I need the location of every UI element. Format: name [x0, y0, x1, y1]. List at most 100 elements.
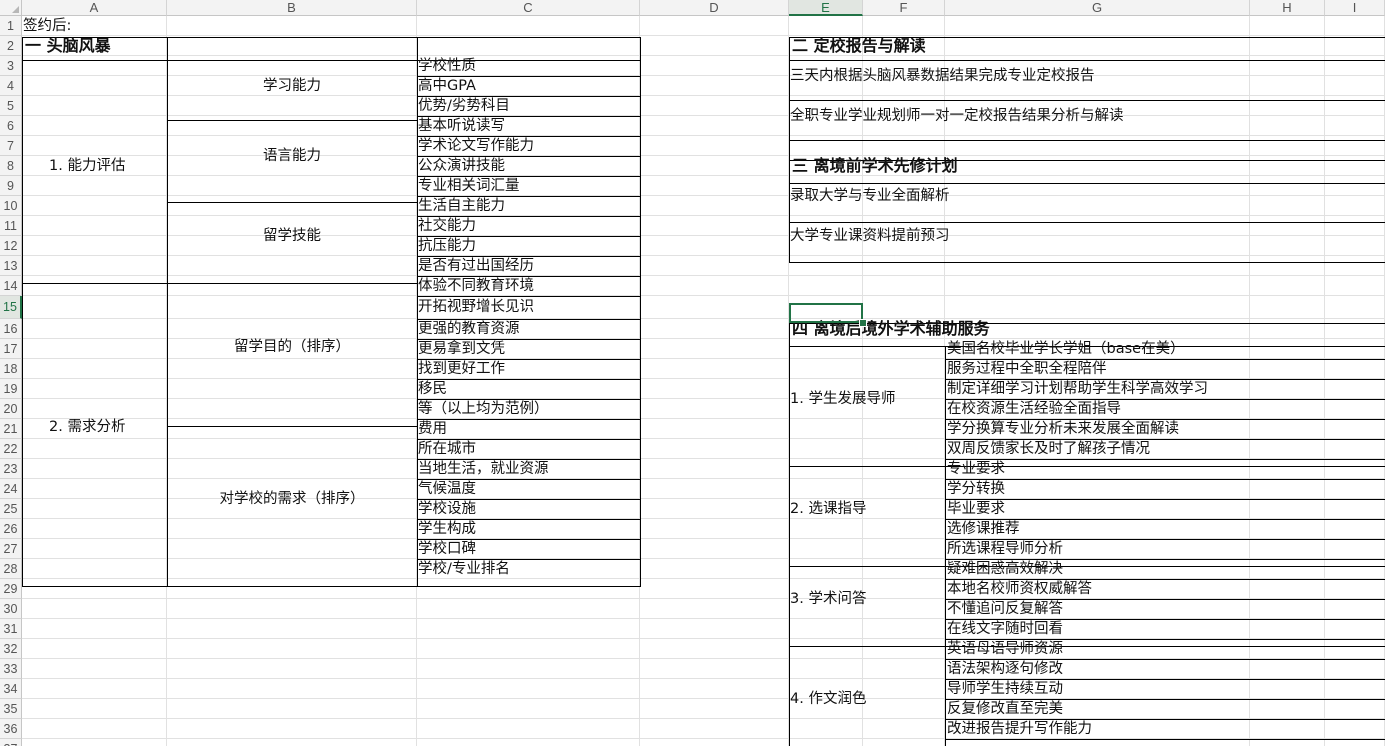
cell-a1[interactable]: 签约后: — [22, 16, 167, 36]
row-header-33[interactable]: 33 — [0, 659, 22, 679]
group-student-mentor[interactable]: 1. 学生发展导师 — [789, 339, 945, 459]
sub-study-ability[interactable]: 学习能力 — [167, 56, 417, 116]
item-c4[interactable]: 高中GPA — [417, 76, 640, 96]
sub-study-abroad-skills[interactable]: 留学技能 — [167, 196, 417, 276]
sub-school-needs[interactable]: 对学校的需求（排序） — [167, 419, 417, 579]
row-header-14[interactable]: 14 — [0, 276, 22, 296]
category-ability-assessment[interactable]: 1. 能力评估 — [22, 56, 167, 276]
item-g32[interactable]: 英语母语导师资源 — [945, 639, 1385, 659]
column-header-c[interactable]: C — [417, 0, 640, 16]
item-g23[interactable]: 专业要求 — [945, 459, 1385, 479]
item-g31[interactable]: 在线文字随时回看 — [945, 619, 1385, 639]
row-header-10[interactable]: 10 — [0, 196, 22, 216]
item-c9[interactable]: 专业相关词汇量 — [417, 176, 640, 196]
fill-handle[interactable] — [859, 319, 867, 327]
column-header-g[interactable]: G — [945, 0, 1250, 16]
row-header-32[interactable]: 32 — [0, 639, 22, 659]
row-header-2[interactable]: 2 — [0, 36, 22, 56]
item-g27[interactable]: 所选课程导师分析 — [945, 539, 1385, 559]
item-c21[interactable]: 费用 — [417, 419, 640, 439]
item-g30[interactable]: 不懂追问反复解答 — [945, 599, 1385, 619]
row-header-8[interactable]: 8 — [0, 156, 22, 176]
item-c5[interactable]: 优势/劣势科目 — [417, 96, 640, 116]
item-g20[interactable]: 在校资源生活经验全面指导 — [945, 399, 1385, 419]
item-admission-analysis[interactable]: 录取大学与专业全面解析 — [789, 176, 1385, 216]
row-header-24[interactable]: 24 — [0, 479, 22, 499]
row-header-35[interactable]: 35 — [0, 699, 22, 719]
row-header-1[interactable]: 1 — [0, 16, 22, 36]
item-c24[interactable]: 气候温度 — [417, 479, 640, 499]
item-c7[interactable]: 学术论文写作能力 — [417, 136, 640, 156]
item-g17[interactable]: 美国名校毕业学长学姐（base在美） — [945, 339, 1385, 359]
row-header-4[interactable]: 4 — [0, 76, 22, 96]
column-header-h[interactable]: H — [1250, 0, 1325, 16]
row-header-30[interactable]: 30 — [0, 599, 22, 619]
section-title-school-report[interactable]: 二 定校报告与解读 — [789, 36, 1385, 56]
row-header-36[interactable]: 36 — [0, 719, 22, 739]
item-c13[interactable]: 是否有过出国经历 — [417, 256, 640, 276]
item-report-3days[interactable]: 三天内根据头脑风暴数据结果完成专业定校报告 — [789, 56, 1385, 96]
column-header-d[interactable]: D — [640, 0, 789, 16]
item-g28[interactable]: 疑难困惑高效解决 — [945, 559, 1385, 579]
item-c6[interactable]: 基本听说读写 — [417, 116, 640, 136]
item-c11[interactable]: 社交能力 — [417, 216, 640, 236]
row-header-29[interactable]: 29 — [0, 579, 22, 599]
item-c19[interactable]: 移民 — [417, 379, 640, 399]
row-header-26[interactable]: 26 — [0, 519, 22, 539]
sub-language-ability[interactable]: 语言能力 — [167, 116, 417, 196]
column-header-a[interactable]: A — [22, 0, 167, 16]
item-c14[interactable]: 体验不同教育环境 — [417, 276, 640, 296]
item-c27[interactable]: 学校口碑 — [417, 539, 640, 559]
row-header-9[interactable]: 9 — [0, 176, 22, 196]
item-g22[interactable]: 双周反馈家长及时了解孩子情况 — [945, 439, 1385, 459]
item-c8[interactable]: 公众演讲技能 — [417, 156, 640, 176]
item-c17[interactable]: 更易拿到文凭 — [417, 339, 640, 359]
row-header-20[interactable]: 20 — [0, 399, 22, 419]
row-header-37[interactable]: 37 — [0, 739, 22, 746]
item-g36[interactable]: 改进报告提升写作能力 — [945, 719, 1385, 739]
item-g18[interactable]: 服务过程中全职全程陪伴 — [945, 359, 1385, 379]
item-report-analysis[interactable]: 全职专业学业规划师一对一定校报告结果分析与解读 — [789, 96, 1385, 136]
item-g35[interactable]: 反复修改直至完美 — [945, 699, 1385, 719]
spreadsheet[interactable]: 签约后: 一 头脑风暴 1. 能力评估 2. 需求分析 学习能力 语言能力 留学技能 留学目的… — [0, 0, 1385, 746]
row-header-27[interactable]: 27 — [0, 539, 22, 559]
row-header-7[interactable]: 7 — [0, 136, 22, 156]
item-course-preview[interactable]: 大学专业课资料提前预习 — [789, 216, 1385, 256]
row-header-31[interactable]: 31 — [0, 619, 22, 639]
row-header-25[interactable]: 25 — [0, 499, 22, 519]
group-academic-qa[interactable]: 3. 学术问答 — [789, 559, 945, 639]
row-header-5[interactable]: 5 — [0, 96, 22, 116]
column-header-i[interactable]: I — [1325, 0, 1385, 16]
row-header-17[interactable]: 17 — [0, 339, 22, 359]
category-needs-analysis[interactable]: 2. 需求分析 — [22, 276, 167, 579]
item-c10[interactable]: 生活自主能力 — [417, 196, 640, 216]
row-header-22[interactable]: 22 — [0, 439, 22, 459]
section-title-overseas-support[interactable]: 四 离境后境外学术辅助服务 — [789, 319, 1385, 339]
group-course-guidance[interactable]: 2. 选课指导 — [789, 459, 945, 559]
row-header-6[interactable]: 6 — [0, 116, 22, 136]
item-c22[interactable]: 所在城市 — [417, 439, 640, 459]
item-c12[interactable]: 抗压能力 — [417, 236, 640, 256]
item-c26[interactable]: 学生构成 — [417, 519, 640, 539]
item-g21[interactable]: 学分换算专业分析未来发展全面解读 — [945, 419, 1385, 439]
row-header-19[interactable]: 19 — [0, 379, 22, 399]
item-g25[interactable]: 毕业要求 — [945, 499, 1385, 519]
row-header-15[interactable]: 15 — [0, 296, 22, 319]
row-header-28[interactable]: 28 — [0, 559, 22, 579]
item-c15[interactable]: 开拓视野增长见识 — [417, 296, 640, 319]
item-g26[interactable]: 选修课推荐 — [945, 519, 1385, 539]
column-header-b[interactable]: B — [167, 0, 417, 16]
row-header-13[interactable]: 13 — [0, 256, 22, 276]
selected-cell-e15[interactable] — [789, 303, 863, 323]
column-header-e[interactable]: E — [789, 0, 863, 16]
group-essay-polish[interactable]: 4. 作文润色 — [789, 639, 945, 746]
select-all-corner[interactable] — [0, 0, 22, 16]
item-c16[interactable]: 更强的教育资源 — [417, 319, 640, 339]
item-c25[interactable]: 学校设施 — [417, 499, 640, 519]
item-c18[interactable]: 找到更好工作 — [417, 359, 640, 379]
row-header-3[interactable]: 3 — [0, 56, 22, 76]
item-g24[interactable]: 学分转换 — [945, 479, 1385, 499]
item-g34[interactable]: 导师学生持续互动 — [945, 679, 1385, 699]
section-title-brainstorm[interactable]: 一 头脑风暴 — [22, 36, 167, 56]
section-title-pre-departure[interactable]: 三 离境前学术先修计划 — [789, 156, 1385, 176]
